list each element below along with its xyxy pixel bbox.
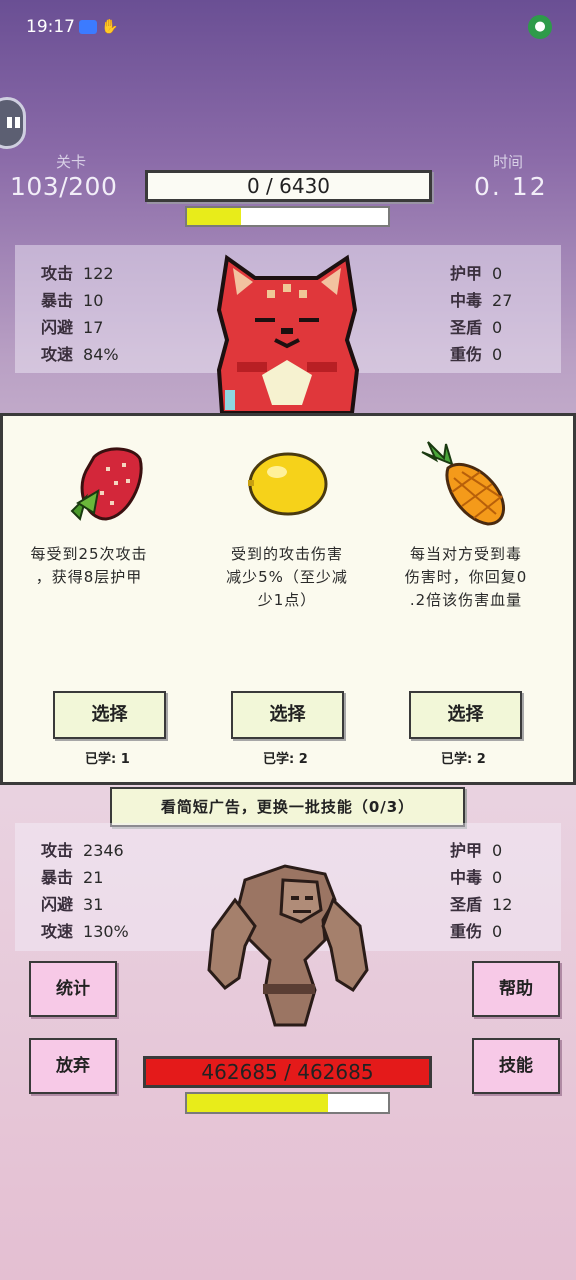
pineapple-icon [421, 441, 505, 526]
enemy-hp-display: 0 / 6430 [145, 170, 432, 202]
enemy-stat-crit: 暴击 10 [41, 291, 104, 310]
enemy-stat-armor: 护甲 0 [450, 264, 503, 283]
skill-1-learned-count: 已学: 1 [85, 752, 130, 767]
select-skill-3-button[interactable]: 选择 [409, 691, 522, 739]
statistics-button[interactable]: 统计 [29, 961, 117, 1017]
hand-icon: ✋ [101, 19, 119, 35]
player-hp-display: 462685 / 462685 [143, 1056, 432, 1088]
pause-side-tab[interactable] [0, 97, 26, 149]
notification-app-icon [79, 20, 97, 34]
skill-1-description: 每受到25次攻击 ，获得8层护甲 [30, 545, 148, 586]
skill-2-learned-count: 已学: 2 [263, 752, 308, 767]
skill-3-learned-count: 已学: 2 [441, 752, 486, 767]
skill-3-description: 每当对方受到毒 伤害时，你回复0.2倍该伤害血量 [404, 545, 528, 609]
red-cat-enemy-sprite [216, 254, 360, 415]
player-stat-dodge: 闪避 31 [41, 895, 104, 914]
player-stat-grievous-wound: 重伤 0 [450, 922, 503, 941]
time-value: 0. 12 [474, 172, 548, 201]
player-progress-fill [187, 1094, 328, 1112]
reroll-skills-ad-button[interactable]: 看简短广告，更换一批技能（0/3） [110, 787, 465, 827]
give-up-button[interactable]: 放弃 [29, 1038, 117, 1094]
select-skill-1-button[interactable]: 选择 [53, 691, 166, 739]
skill-2-description: 受到的攻击伤害 减少5%（至少减 少1点） [226, 545, 348, 609]
lemon-icon [248, 452, 328, 516]
strawberry-icon [70, 447, 143, 521]
player-progress-bar [185, 1092, 390, 1114]
player-stat-poison: 中毒 0 [450, 868, 503, 887]
enemy-progress-bar [185, 206, 390, 227]
player-stat-armor: 护甲 0 [450, 841, 503, 860]
player-stat-attack-speed: 攻速 130% [41, 922, 129, 941]
skills-button[interactable]: 技能 [472, 1038, 560, 1094]
level-label: 关卡 [56, 153, 87, 171]
enemy-stat-poison: 中毒 27 [450, 291, 513, 310]
enemy-stat-attack-speed: 攻速 84% [41, 345, 119, 364]
time-label: 时间 [493, 153, 524, 171]
enemy-stat-attack: 攻击 122 [41, 264, 114, 283]
player-stat-attack: 攻击 2346 [41, 841, 124, 860]
player-stat-crit: 暴击 21 [41, 868, 104, 887]
enemy-progress-fill [187, 208, 242, 225]
help-button[interactable]: 帮助 [472, 961, 560, 1017]
rock-golem-player-sprite [207, 864, 369, 1027]
microphone-icon[interactable]: ● [528, 15, 552, 39]
enemy-stat-holy-shield: 圣盾 0 [450, 318, 503, 337]
player-stat-holy-shield: 圣盾 12 [450, 895, 513, 914]
enemy-stat-dodge: 闪避 17 [41, 318, 104, 337]
enemy-stat-grievous-wound: 重伤 0 [450, 345, 503, 364]
level-value: 103/200 [10, 172, 118, 201]
status-time: 19:17 [26, 17, 75, 37]
select-skill-2-button[interactable]: 选择 [231, 691, 344, 739]
